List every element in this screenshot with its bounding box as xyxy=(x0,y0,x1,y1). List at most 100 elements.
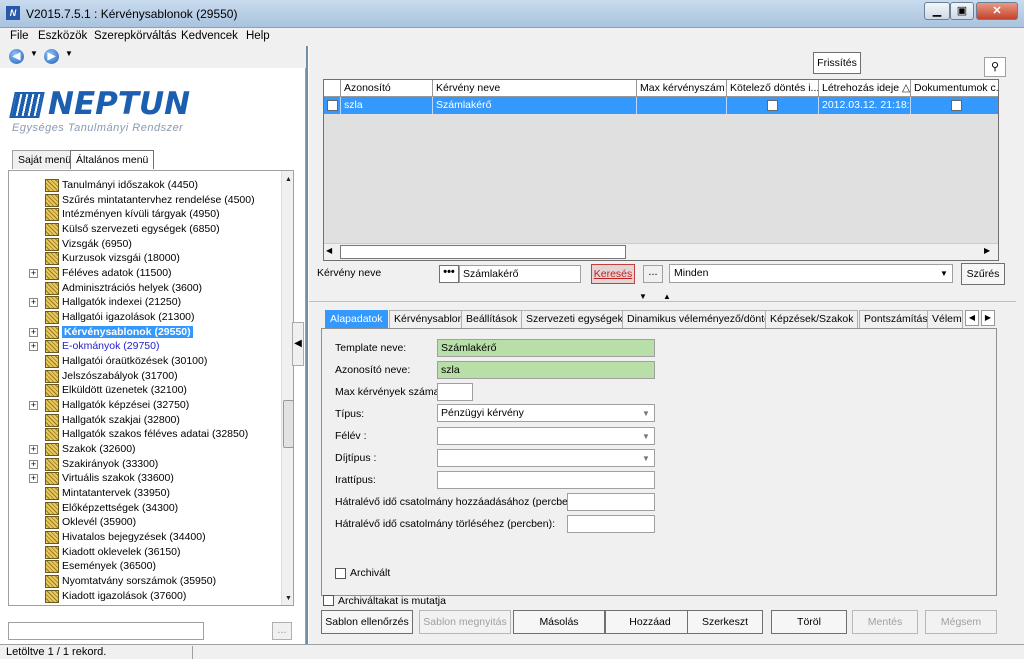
tree-item[interactable]: Külső szervezeti egységek (6850) xyxy=(9,223,279,237)
tree-item[interactable]: Vizsgák (6950) xyxy=(9,237,279,252)
tree-item[interactable]: + Kérvénysablonok (29550) xyxy=(9,325,279,340)
tree-item[interactable]: + Szakirányok (33300) xyxy=(9,457,279,472)
left-dots-button[interactable]: ... xyxy=(272,622,292,640)
row-checkbox-cell[interactable] xyxy=(324,97,341,114)
minimize-button[interactable]: ▁ xyxy=(924,2,950,20)
tab-opinion[interactable]: Vélemé... xyxy=(927,310,963,328)
grid-hscrollbar[interactable]: ◀ ▶ xyxy=(324,243,998,260)
header-name[interactable]: Kérvény neve xyxy=(433,80,637,97)
maximize-button[interactable]: ▣ xyxy=(950,2,974,20)
tree-scrollbar[interactable]: ▲ ▼ xyxy=(281,171,293,605)
panel-collapse-button[interactable]: ◀ xyxy=(292,322,304,366)
tree-item[interactable]: Kiadott igazolások (37600) xyxy=(9,589,279,604)
collapse-down-icon[interactable]: ▼ xyxy=(639,292,647,301)
tree-item[interactable]: + Hallgatók indexei (21250) xyxy=(9,296,279,310)
copy-button[interactable]: Másolás xyxy=(513,610,605,634)
left-search-input[interactable] xyxy=(8,622,204,640)
tab-trainings[interactable]: Képzések/Szakok xyxy=(765,310,859,328)
tab-general-menu[interactable]: Általános menü xyxy=(70,150,155,169)
filter-button[interactable]: Szűrés xyxy=(961,263,1005,285)
template-name-field[interactable]: Számlakérő xyxy=(437,339,655,357)
header-mandatory[interactable]: Kötelező döntés i... xyxy=(727,80,819,97)
tree-expand-icon[interactable]: + xyxy=(29,445,38,455)
refresh-button[interactable]: Frissítés xyxy=(813,52,861,74)
tree-expand-icon[interactable]: + xyxy=(29,298,38,308)
semester-select[interactable]: ▼ xyxy=(437,427,655,445)
remaining-add-field[interactable] xyxy=(567,493,655,511)
tab-dynamic-reviewer[interactable]: Dinamikus véleményező/döntő xyxy=(622,310,775,328)
tree-item[interactable]: Hallgatók szakos féléves adatai (32850) xyxy=(9,428,279,442)
tree-item[interactable]: Kiadott oklevelek (36150) xyxy=(9,545,279,560)
scroll-right-icon[interactable]: ▶ xyxy=(984,246,990,255)
tab-scroll-left-icon[interactable]: ◀ xyxy=(965,310,979,326)
tree-item[interactable]: + Féléves adatok (11500) xyxy=(9,267,279,281)
search-more-button[interactable]: ... xyxy=(643,265,663,283)
tree-item[interactable]: Nyomtatvány sorszámok (35950) xyxy=(9,575,279,589)
tree-item[interactable]: + Hallgatók képzései (32750) xyxy=(9,399,279,413)
row-checkbox[interactable] xyxy=(327,100,338,111)
documents-checkbox[interactable] xyxy=(951,100,962,111)
back-icon[interactable]: ◀ xyxy=(9,49,24,64)
template-open-button[interactable]: Sablon megnyitás xyxy=(419,610,511,634)
menu-file[interactable]: File xyxy=(10,30,29,42)
forward-icon[interactable]: ▶ xyxy=(44,49,59,64)
tree-item[interactable]: Hallgatók szakjai (32800) xyxy=(9,413,279,428)
tree-expand-icon[interactable]: + xyxy=(29,327,38,337)
search-options-button[interactable]: ••• xyxy=(439,265,459,283)
menu-tools[interactable]: Eszközök xyxy=(38,30,87,42)
filter-select[interactable]: Minden ▼ xyxy=(669,264,953,283)
close-button[interactable]: ✕ xyxy=(976,2,1018,20)
add-button[interactable]: Hozzáad xyxy=(605,610,695,634)
tree-item[interactable]: Szűrés mintatantervhez rendelése (4500) xyxy=(9,193,279,208)
type-select[interactable]: Pénzügyi kérvény ▼ xyxy=(437,404,655,422)
tree-expand-icon[interactable]: + xyxy=(29,401,38,411)
tree-item[interactable]: Oklevél (35900) xyxy=(9,516,279,530)
collapse-up-icon[interactable]: ▲ xyxy=(663,292,671,301)
tab-scroll-right-icon[interactable]: ▶ xyxy=(981,310,995,326)
mandatory-checkbox[interactable] xyxy=(767,100,778,111)
tree-item[interactable]: Kurzusok vizsgái (18000) xyxy=(9,252,279,266)
search-button[interactable]: Keresés xyxy=(591,264,635,284)
tab-org-units[interactable]: Szervezeti egységek xyxy=(521,310,628,328)
back-dropdown-icon[interactable]: ▼ xyxy=(30,49,38,58)
delete-button[interactable]: Töröl xyxy=(771,610,847,634)
tree-item[interactable]: Hallgatói igazolások (21300) xyxy=(9,311,279,325)
grid-scroll-thumb[interactable] xyxy=(340,245,626,259)
tab-own-menu[interactable]: Saját menü xyxy=(12,150,78,169)
header-id[interactable]: Azonosító xyxy=(341,80,433,97)
scroll-left-icon[interactable]: ◀ xyxy=(326,246,332,255)
tree-item[interactable]: + Virtuális szakok (33600) xyxy=(9,472,279,486)
menu-favorites[interactable]: Kedvencek xyxy=(181,30,238,42)
header-documents[interactable]: Dokumentumok c... xyxy=(911,80,998,97)
tab-scoring[interactable]: Pontszámítás xyxy=(859,310,933,328)
fee-type-select[interactable]: ▼ xyxy=(437,449,655,467)
tab-settings[interactable]: Beállítások xyxy=(461,310,523,328)
tree-expand-icon[interactable]: + xyxy=(29,474,38,484)
forward-dropdown-icon[interactable]: ▼ xyxy=(65,49,73,58)
scroll-down-icon[interactable]: ▼ xyxy=(282,592,293,605)
table-row[interactable]: szla Számlakérő 2012.03.12. 21:18:5 xyxy=(324,97,998,114)
edit-button[interactable]: Szerkeszt xyxy=(687,610,763,634)
tree-item[interactable]: Jelszószabályok (31700) xyxy=(9,369,279,384)
tree-expand-icon[interactable]: + xyxy=(29,459,38,469)
header-max[interactable]: Max kérvényszám xyxy=(637,80,727,97)
menu-help[interactable]: Help xyxy=(246,30,270,42)
tree-item[interactable]: Események (36500) xyxy=(9,560,279,574)
archived-checkbox[interactable] xyxy=(335,568,346,579)
save-button[interactable]: Mentés xyxy=(852,610,918,634)
tree-item[interactable]: Mintatantervek (33950) xyxy=(9,487,279,501)
tree-scroll-thumb[interactable] xyxy=(283,400,293,448)
pin-icon[interactable]: ⚲ xyxy=(984,57,1006,77)
template-check-button[interactable]: Sablon ellenőrzés xyxy=(321,610,413,634)
cancel-button[interactable]: Mégsem xyxy=(925,610,997,634)
tree-item[interactable]: Előképzettségek (34300) xyxy=(9,501,279,516)
tree-expand-icon[interactable]: + xyxy=(29,269,38,279)
tree-item[interactable]: Elküldött üzenetek (32100) xyxy=(9,384,279,398)
id-name-field[interactable]: szla xyxy=(437,361,655,379)
tree-item[interactable]: Adminisztrációs helyek (3600) xyxy=(9,281,279,296)
tree-item[interactable]: Hivatalos bejegyzések (34400) xyxy=(9,531,279,545)
tree-item[interactable]: Hallgatói óraütközések (30100) xyxy=(9,355,279,369)
search-input[interactable]: Számlakérő xyxy=(459,265,581,283)
tree-item[interactable]: Intézményen kívüli tárgyak (4950) xyxy=(9,208,279,222)
tree-item[interactable]: Tanulmányi időszakok (4450) xyxy=(9,179,279,193)
